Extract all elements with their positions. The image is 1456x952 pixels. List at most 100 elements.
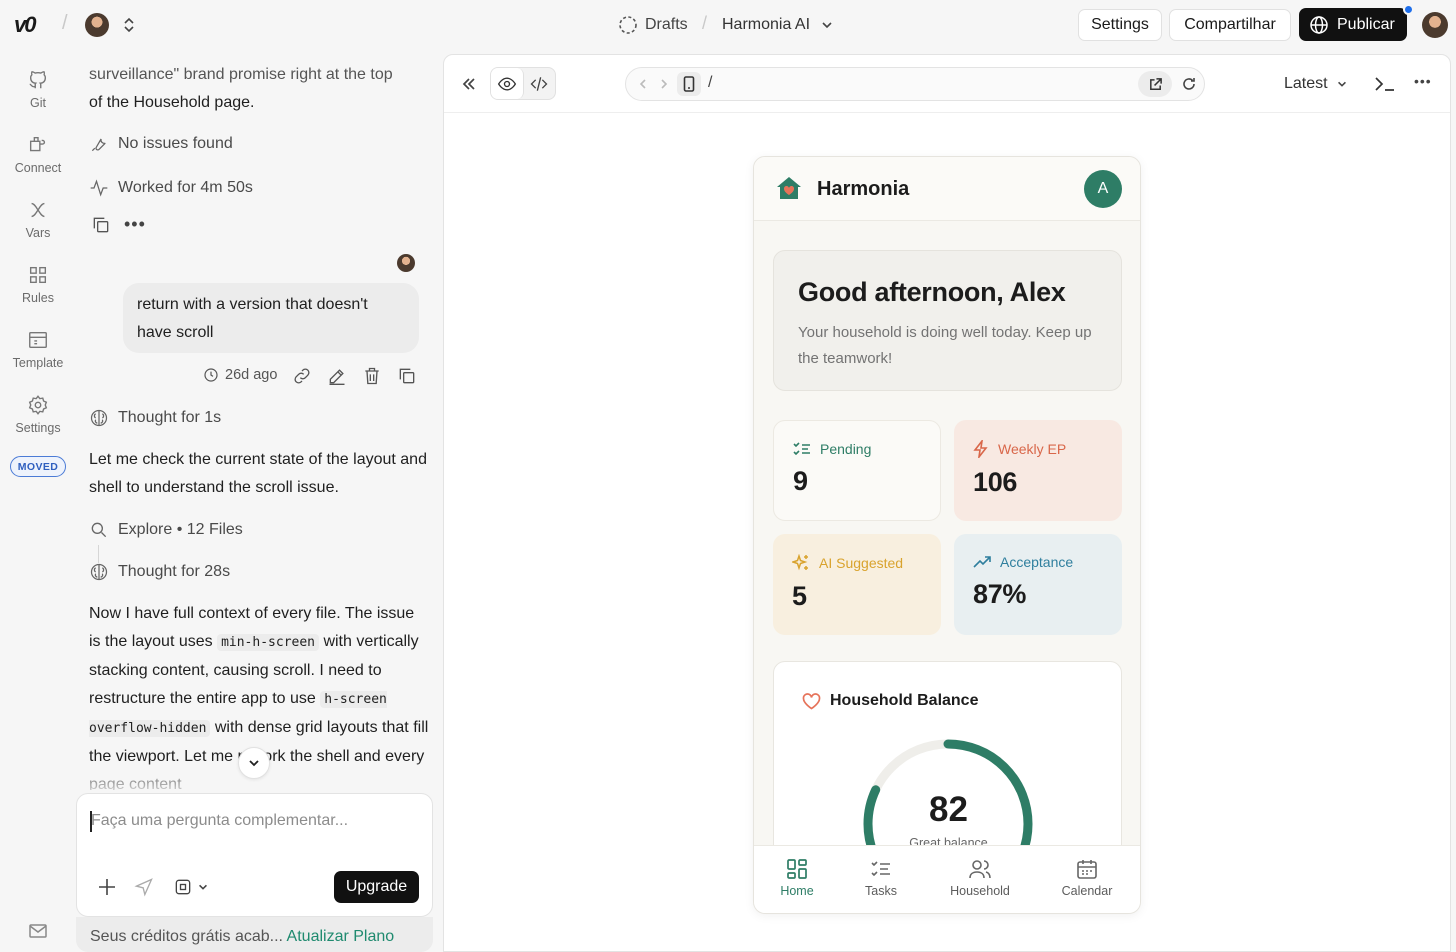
device-toggle[interactable] [677,72,701,96]
grid-icon [29,266,47,284]
calendar-icon [1077,860,1097,879]
stat-card-acceptance[interactable]: Acceptance 87% [954,534,1122,635]
open-external-button[interactable] [1138,71,1172,97]
variable-icon [31,202,45,218]
mail-icon[interactable] [28,922,48,945]
scroll-down-button[interactable] [238,747,270,779]
trash-icon[interactable] [362,366,382,391]
preview-toolbar: / Latest ••• [444,55,1450,113]
rail-item-vars[interactable]: Vars [0,199,76,240]
stat-label-row: Pending [793,441,921,457]
thought-row[interactable]: Thought for 1s [89,408,221,428]
household-balance-card: Household Balance 82 Great balance [773,661,1122,909]
stat-card-weekly-ep[interactable]: Weekly EP 106 [954,420,1122,521]
explore-label: Explore • 12 Files [118,521,243,538]
breadcrumb-drafts[interactable]: Drafts [645,16,688,34]
chevron-down-icon[interactable] [820,18,834,37]
stat-label-row: Weekly EP [973,440,1103,458]
composer-input[interactable]: Faça uma pergunta complementar... [91,812,348,830]
tab-tasks[interactable]: Tasks [861,858,901,898]
github-icon [29,71,47,89]
collapse-icon[interactable] [460,75,478,98]
thought-row[interactable]: Thought for 28s [89,562,230,582]
copy-message-icon[interactable] [397,366,417,391]
phone-icon [683,76,695,92]
stat-card-pending[interactable]: Pending 9 [773,420,941,521]
publish-label: Publicar [1337,15,1395,33]
more-icon[interactable]: ••• [124,214,146,235]
stat-label: Pending [820,441,872,457]
publish-button[interactable]: Publicar [1299,8,1407,41]
brain-icon [90,563,108,581]
activity-icon [90,179,108,197]
url-bar[interactable]: / [625,67,1205,101]
stat-label: Weekly EP [998,441,1067,457]
send-icon[interactable] [134,877,154,902]
profile-avatar[interactable]: A [1084,170,1122,208]
version-label: Latest [1284,75,1328,92]
copy-icon[interactable] [91,215,111,240]
edit-icon[interactable] [327,366,347,391]
upgrade-button[interactable]: Upgrade [334,871,419,903]
greeting-card: Good afternoon, Alex Your household is d… [773,250,1122,391]
account-avatar[interactable] [1422,12,1448,38]
gear-icon [28,395,48,415]
worked-for-row: Worked for 4m 50s [89,178,253,198]
stat-value: 5 [792,581,807,611]
refresh-icon[interactable] [1181,76,1197,97]
rail-item-settings[interactable]: Settings [0,394,76,435]
thought-label: Thought for 1s [118,409,222,426]
forward-icon[interactable] [657,77,671,96]
upgrade-plan-link[interactable]: Atualizar Plano [287,928,395,945]
tab-calendar[interactable]: Calendar [1059,858,1115,898]
clock-icon [204,368,218,382]
stat-label-row: AI Suggested [792,554,922,572]
rail-item-connect[interactable]: Connect [0,134,76,175]
explore-row[interactable]: Explore • 12 Files [89,520,243,540]
rail-item-template[interactable]: Template [0,329,76,370]
back-icon[interactable] [636,77,650,96]
project-name[interactable]: Harmonia AI [722,16,810,34]
stat-value: 9 [793,466,808,496]
heart-icon [802,693,821,715]
code-mode-button[interactable] [524,68,556,99]
users-icon [969,860,991,879]
v0-logo[interactable]: v0 [14,12,37,38]
version-selector[interactable]: Latest [1284,75,1348,93]
notification-dot [1403,4,1414,15]
user-avatar-small [397,254,415,272]
app-preview: Harmonia A Good afternoon, Alex Your hou… [753,156,1141,914]
link-icon[interactable] [292,366,312,391]
terminal-icon[interactable] [1374,75,1396,98]
rail-item-git[interactable]: Git [0,69,76,110]
drafts-icon [618,15,638,40]
user-avatar[interactable] [85,13,109,37]
home-grid-icon [787,859,807,879]
settings-button[interactable]: Settings [1078,9,1162,41]
trending-up-icon [973,556,991,568]
preview-mode-button[interactable] [491,68,524,99]
more-icon[interactable]: ••• [1414,73,1432,89]
wrench-icon [91,138,106,152]
stat-label: Acceptance [1000,554,1074,570]
code-icon [530,76,548,91]
chevron-updown-icon[interactable] [121,16,137,39]
view-toggle [490,67,556,100]
share-button[interactable]: Compartilhar [1169,9,1291,41]
chat-prev-line: of the Household page. [89,94,255,111]
url-path[interactable]: / [708,74,712,92]
brain-icon [90,409,108,427]
tab-home[interactable]: Home [776,858,818,898]
composer[interactable]: Faça uma pergunta complementar... Upgrad… [76,793,433,917]
plus-icon[interactable] [97,877,117,902]
timeline-connector [98,545,99,563]
separator: / [62,12,68,34]
chevron-down-icon [199,884,207,890]
model-selector[interactable] [173,877,209,897]
stat-card-ai-suggested[interactable]: AI Suggested 5 [773,534,941,635]
tab-household[interactable]: Household [945,858,1015,898]
no-issues-row: No issues found [89,134,233,154]
assistant-reply: Let me check the current state of the la… [89,451,427,496]
rail-item-rules[interactable]: Rules [0,264,76,305]
separator: / [702,13,708,33]
